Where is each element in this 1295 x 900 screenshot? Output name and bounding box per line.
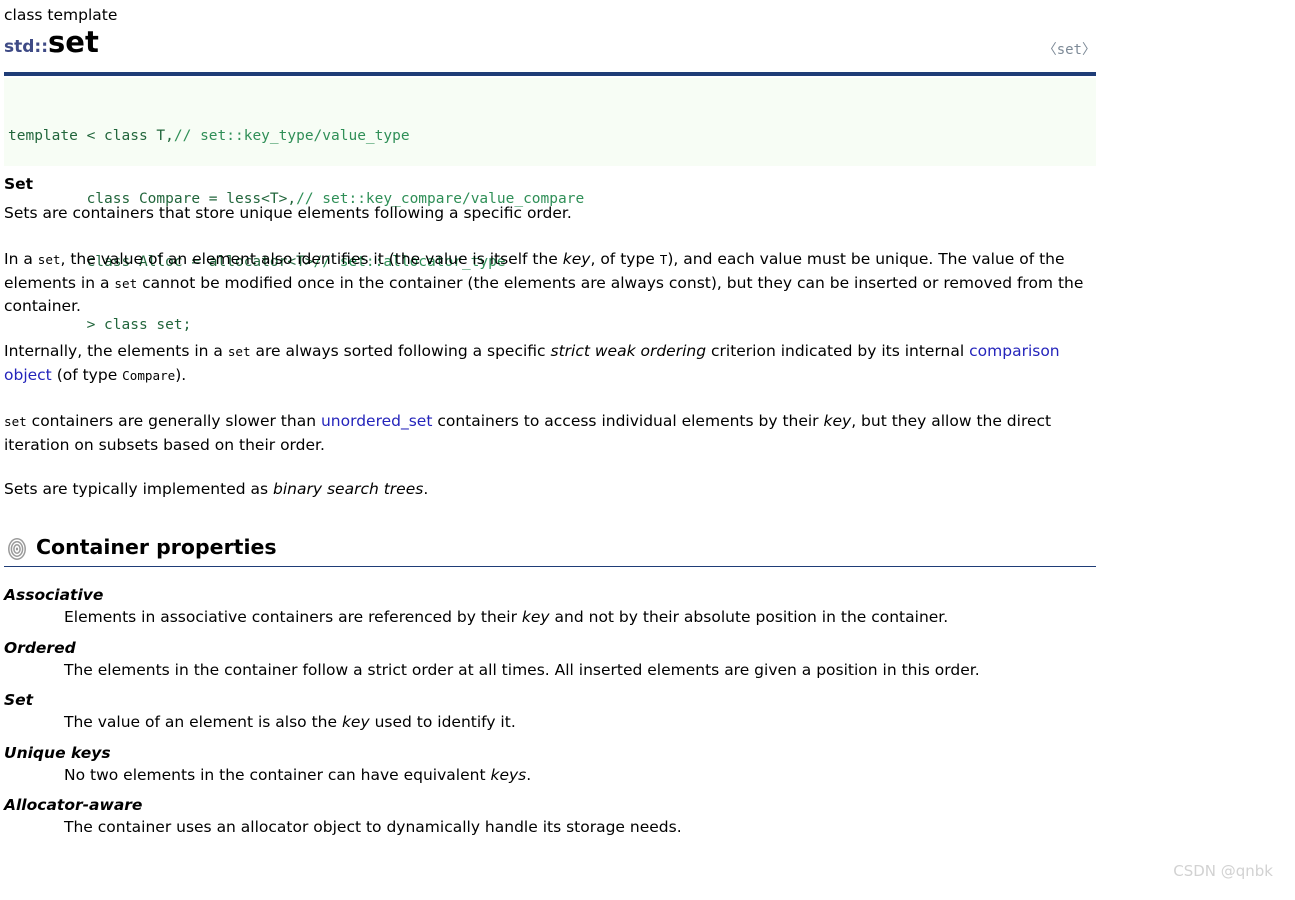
overview-intro: Sets are containers that store unique el… [4,204,572,222]
content-area: class template std::set 〈set〉 template <… [4,6,1096,836]
text-fragment: , of type [590,249,660,268]
text-fragment: are always sorted following a specific [250,342,551,361]
header-divider [4,72,1096,76]
container-properties-header: Container properties [4,533,1096,567]
text-fragment: ). [175,365,187,384]
text-fragment: and not by their absolute position in th… [549,608,949,626]
property-definition: The value of an element is also the key … [64,711,1096,734]
inline-code: Compare [122,367,176,383]
property-term: Unique keys [4,743,111,762]
emphasis-text: strict weak ordering [550,342,707,361]
text-fragment: containers are generally slower than [26,411,321,430]
container-properties-section: Container properties Associative Element… [4,533,1096,839]
text-fragment: Elements in associative containers are r… [64,608,522,626]
property-definition: The container uses an allocator object t… [64,816,1096,839]
property-term: Associative [4,586,104,604]
property-term: Set [4,691,34,709]
text-fragment: Internally, the elements in a [4,342,228,361]
property-term: Ordered [4,638,76,657]
overview-paragraph-2: In a set, the value of an element also i… [4,248,1096,318]
text-fragment: used to identify it. [369,713,516,731]
container-properties-title: Container properties [36,535,277,559]
doc-header: class template std::set 〈set〉 [4,6,1096,76]
inline-code: set [114,275,138,291]
entity-kind-label: class template [4,6,118,24]
property-definition: No two elements in the container can hav… [64,764,1096,787]
overview-section: Set Sets are containers that store uniqu… [4,174,1096,501]
documentation-page: class template std::set 〈set〉 template <… [0,0,1295,900]
namespace-prefix: std:: [4,37,49,57]
text-fragment: The container uses an allocator object t… [64,818,682,836]
emphasis-text: key [521,608,550,626]
text-fragment: The value of an element is also the [64,713,342,731]
emphasis-text: key [341,713,370,731]
inline-code: set [4,413,27,429]
text-fragment: . [423,480,429,499]
code-line: template < class T,// set::key_type/valu… [8,126,1096,147]
inline-code: set [37,251,61,267]
text-fragment: criterion indicated by its internal [706,342,970,361]
text-fragment: No two elements in the container can hav… [64,765,491,784]
link-unordered-set[interactable]: unordered_set [321,412,432,430]
text-fragment: Sets are typically implemented as [4,480,274,499]
property-term: Allocator-aware [4,796,143,814]
code-comment-text: // set::key_type/value_type [173,128,410,144]
text-fragment: (of type [51,365,123,384]
text-fragment: , the value of an element also identifie… [60,249,563,268]
overview-paragraph-5: Sets are typically implemented as binary… [4,478,1096,501]
text-fragment: The elements in the container follow a s… [64,660,980,679]
text-fragment: . [526,765,532,784]
title-row: std::set 〈set〉 [4,25,1096,63]
container-properties-divider [4,566,1096,567]
text-fragment: In a [4,249,38,268]
spiral-icon [6,537,28,561]
property-definition: Elements in associative containers are r… [64,606,1096,629]
emphasis-text: key [562,249,591,268]
emphasis-text: binary search trees [273,480,424,499]
page-title: std::set [4,25,99,59]
class-name: set [48,25,99,59]
include-header-label: 〈set〉 [1042,42,1096,58]
overview-title: Set [4,175,34,193]
code-declaration-text: template < class T, [8,128,174,144]
properties-list: Associative Elements in associative cont… [4,584,1096,839]
template-declaration-code: template < class T,// set::key_type/valu… [4,78,1096,333]
text-fragment: containers to access individual elements… [432,411,824,430]
overview-paragraph-4: set containers are generally slower than… [4,410,1096,457]
inline-code: set [227,344,251,360]
property-definition: The elements in the container follow a s… [64,659,1096,682]
overview-paragraph-3: Internally, the elements in a set are al… [4,340,1096,388]
text-fragment: cannot be modified once in the container… [4,273,1084,316]
emphasis-text: key [823,411,852,430]
watermark: CSDN @qnbk [1173,862,1273,880]
emphasis-text: keys [490,765,527,784]
